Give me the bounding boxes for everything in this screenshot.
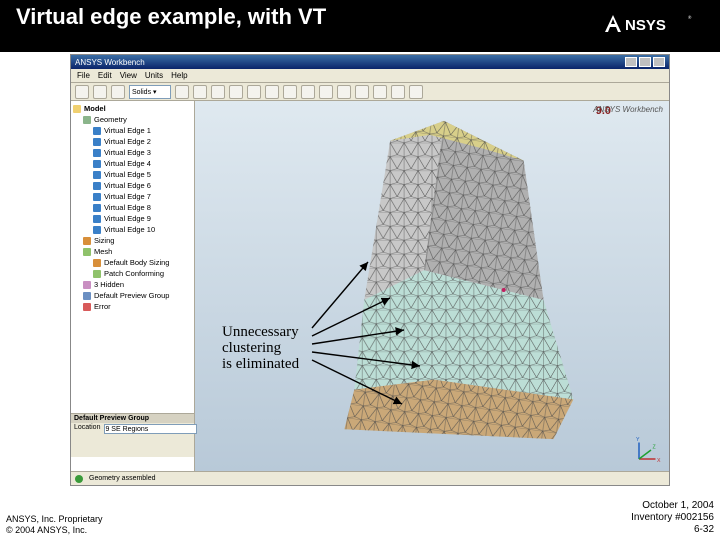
tree-vedge-5[interactable]: Virtual Edge 5 bbox=[93, 169, 192, 180]
tree-hidden[interactable]: 3 Hidden bbox=[83, 279, 192, 290]
tool-open[interactable] bbox=[93, 85, 107, 99]
tree-vedge-4[interactable]: Virtual Edge 4 bbox=[93, 158, 192, 169]
tool-shade[interactable] bbox=[409, 85, 423, 99]
page-title: Virtual edge example, with VT bbox=[16, 4, 326, 30]
status-bar: Geometry assembled bbox=[71, 471, 669, 485]
svg-text:Z: Z bbox=[653, 445, 657, 451]
tool-undo[interactable] bbox=[175, 85, 189, 99]
tool-zoom[interactable] bbox=[247, 85, 261, 99]
tool-rotate[interactable] bbox=[211, 85, 225, 99]
tree-error[interactable]: Error bbox=[83, 301, 192, 312]
menu-file[interactable]: File bbox=[77, 71, 90, 80]
tree-vedge-1[interactable]: Virtual Edge 1 bbox=[93, 125, 192, 136]
tool-fit[interactable] bbox=[265, 85, 279, 99]
loc-label: Location bbox=[74, 424, 100, 434]
close-button[interactable] bbox=[653, 57, 665, 67]
tool-mesh[interactable] bbox=[373, 85, 387, 99]
details-pane: Default Preview Group Location bbox=[71, 413, 195, 457]
menu-help[interactable]: Help bbox=[171, 71, 187, 80]
loc-value[interactable] bbox=[104, 424, 197, 434]
toolbar: Solids ▾ bbox=[71, 83, 669, 101]
tool-right[interactable] bbox=[337, 85, 351, 99]
app-titlebar-text: ANSYS Workbench bbox=[75, 58, 145, 67]
tree-model[interactable]: Model bbox=[73, 103, 192, 114]
details-header: Default Preview Group bbox=[71, 414, 194, 423]
tool-front[interactable] bbox=[319, 85, 333, 99]
svg-text:®: ® bbox=[688, 14, 692, 20]
footer-right: October 1, 2004 Inventory #002156 6-32 bbox=[631, 500, 714, 536]
menu-edit[interactable]: Edit bbox=[98, 71, 112, 80]
menu-units[interactable]: Units bbox=[145, 71, 163, 80]
minimize-button[interactable] bbox=[625, 57, 637, 67]
svg-text:NSYS: NSYS bbox=[625, 17, 666, 34]
tree-mesh-body[interactable]: Default Body Sizing bbox=[93, 257, 192, 268]
tool-iso[interactable] bbox=[301, 85, 315, 99]
svg-text:Y: Y bbox=[636, 437, 640, 443]
tool-new[interactable] bbox=[75, 85, 89, 99]
menu-bar: File Edit View Units Help bbox=[71, 69, 669, 83]
tree-mesh-patch[interactable]: Patch Conforming bbox=[93, 268, 192, 279]
tree-vedge-3[interactable]: Virtual Edge 3 bbox=[93, 147, 192, 158]
tree-vedge-7[interactable]: Virtual Edge 7 bbox=[93, 191, 192, 202]
mesh-render bbox=[195, 101, 669, 471]
graphics-canvas[interactable]: 9.0 ANSYS Workbench bbox=[195, 101, 669, 471]
orientation-triad[interactable]: Y X Z bbox=[633, 435, 663, 465]
svg-text:X: X bbox=[657, 458, 661, 464]
tree-vedge-6[interactable]: Virtual Edge 6 bbox=[93, 180, 192, 191]
tool-wire[interactable] bbox=[391, 85, 405, 99]
tree-prevgrp[interactable]: Default Preview Group bbox=[83, 290, 192, 301]
maximize-button[interactable] bbox=[639, 57, 651, 67]
footer-left: ANSYS, Inc. Proprietary © 2004 ANSYS, In… bbox=[6, 514, 103, 536]
menu-view[interactable]: View bbox=[120, 71, 137, 80]
tool-redo[interactable] bbox=[193, 85, 207, 99]
app-window: ANSYS Workbench File Edit View Units Hel… bbox=[70, 54, 670, 486]
tree-geometry[interactable]: Geometry bbox=[83, 114, 192, 125]
tool-top[interactable] bbox=[355, 85, 369, 99]
tree-sizing[interactable]: Sizing bbox=[83, 235, 192, 246]
tool-solids-dd[interactable]: Solids ▾ bbox=[129, 85, 171, 99]
tool-pan[interactable] bbox=[229, 85, 243, 99]
status-ok-icon bbox=[75, 475, 83, 483]
app-titlebar: ANSYS Workbench bbox=[71, 55, 669, 69]
annotation-text: Unnecessary clustering is eliminated bbox=[222, 324, 299, 372]
status-text: Geometry assembled bbox=[89, 475, 156, 482]
tree-mesh[interactable]: Mesh bbox=[83, 246, 192, 257]
tool-box[interactable] bbox=[283, 85, 297, 99]
tool-save[interactable] bbox=[111, 85, 125, 99]
tree-vedge-2[interactable]: Virtual Edge 2 bbox=[93, 136, 192, 147]
tree-vedge-10[interactable]: Virtual Edge 10 bbox=[93, 224, 192, 235]
wb-label: ANSYS Workbench bbox=[593, 105, 663, 114]
tree-vedge-8[interactable]: Virtual Edge 8 bbox=[93, 202, 192, 213]
tree-vedge-9[interactable]: Virtual Edge 9 bbox=[93, 213, 192, 224]
